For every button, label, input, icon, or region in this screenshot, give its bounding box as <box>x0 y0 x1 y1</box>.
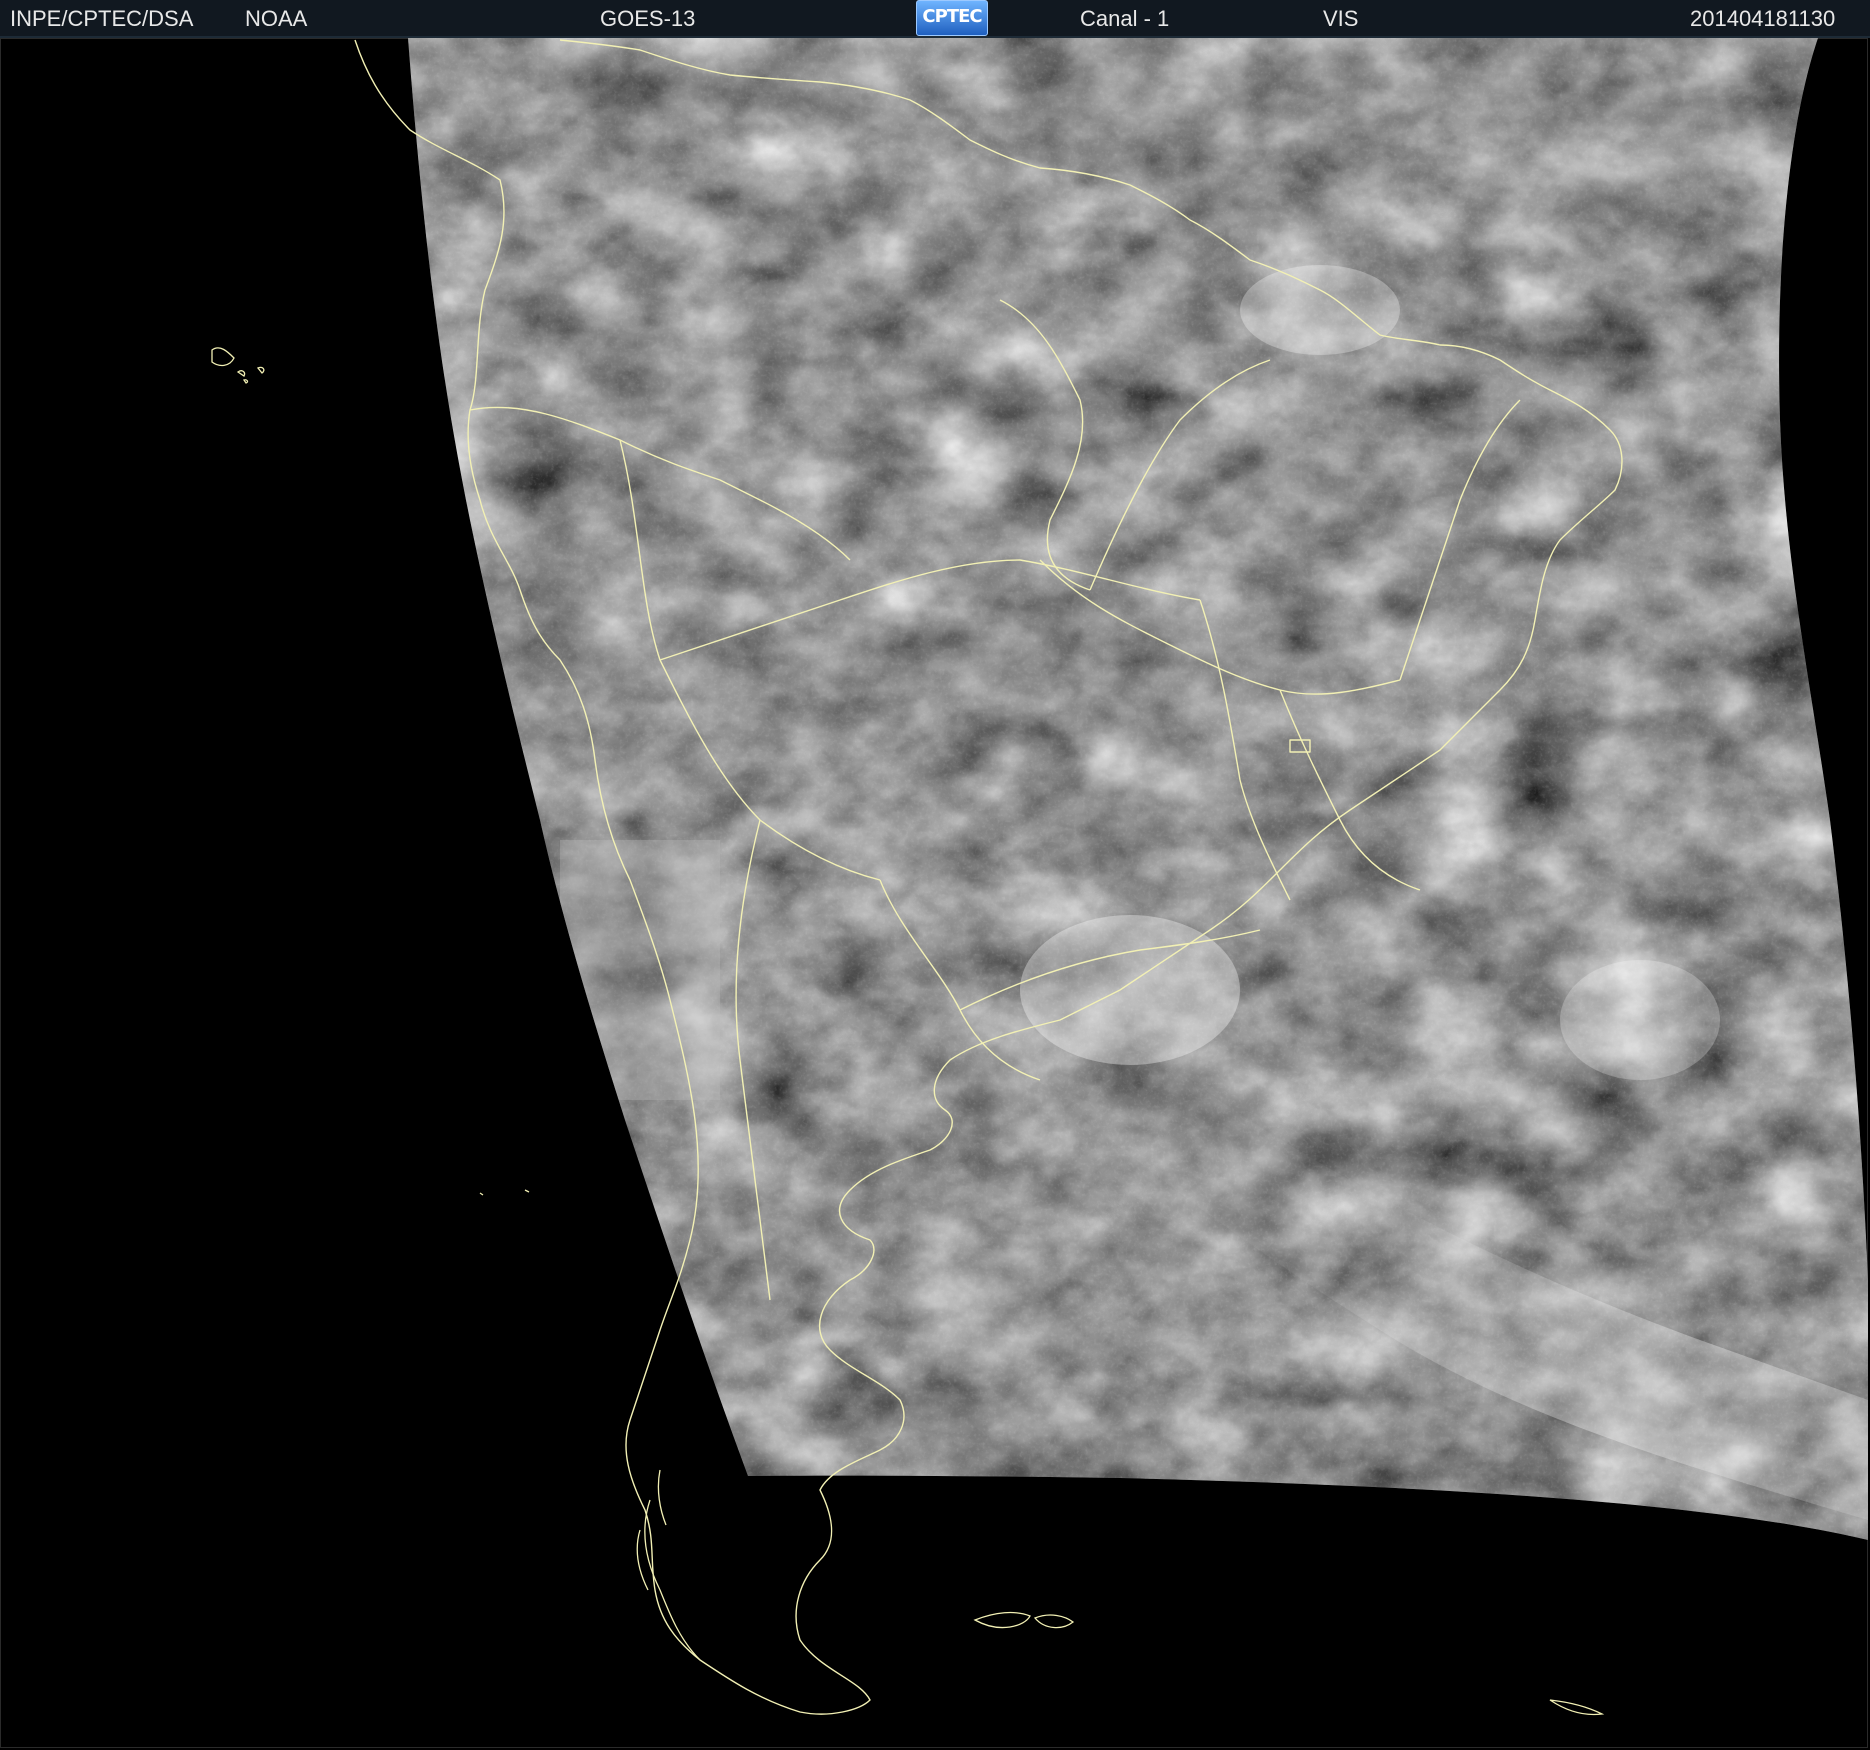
galapagos-islands <box>211 347 265 384</box>
bright-cloud-cell <box>1020 915 1240 1065</box>
bright-cloud-cell <box>1240 265 1400 355</box>
chilean-archipelago <box>636 1469 701 1661</box>
juan-fernandez-islands <box>479 1189 530 1196</box>
satellite-image <box>211 38 1868 1716</box>
falkland-islands <box>973 1611 1075 1629</box>
south-georgia-island <box>1549 1699 1605 1716</box>
pacific-stratus-patch <box>560 840 720 1100</box>
bright-cloud-cell <box>1560 960 1720 1080</box>
visible-channel-swath <box>408 38 1868 1540</box>
